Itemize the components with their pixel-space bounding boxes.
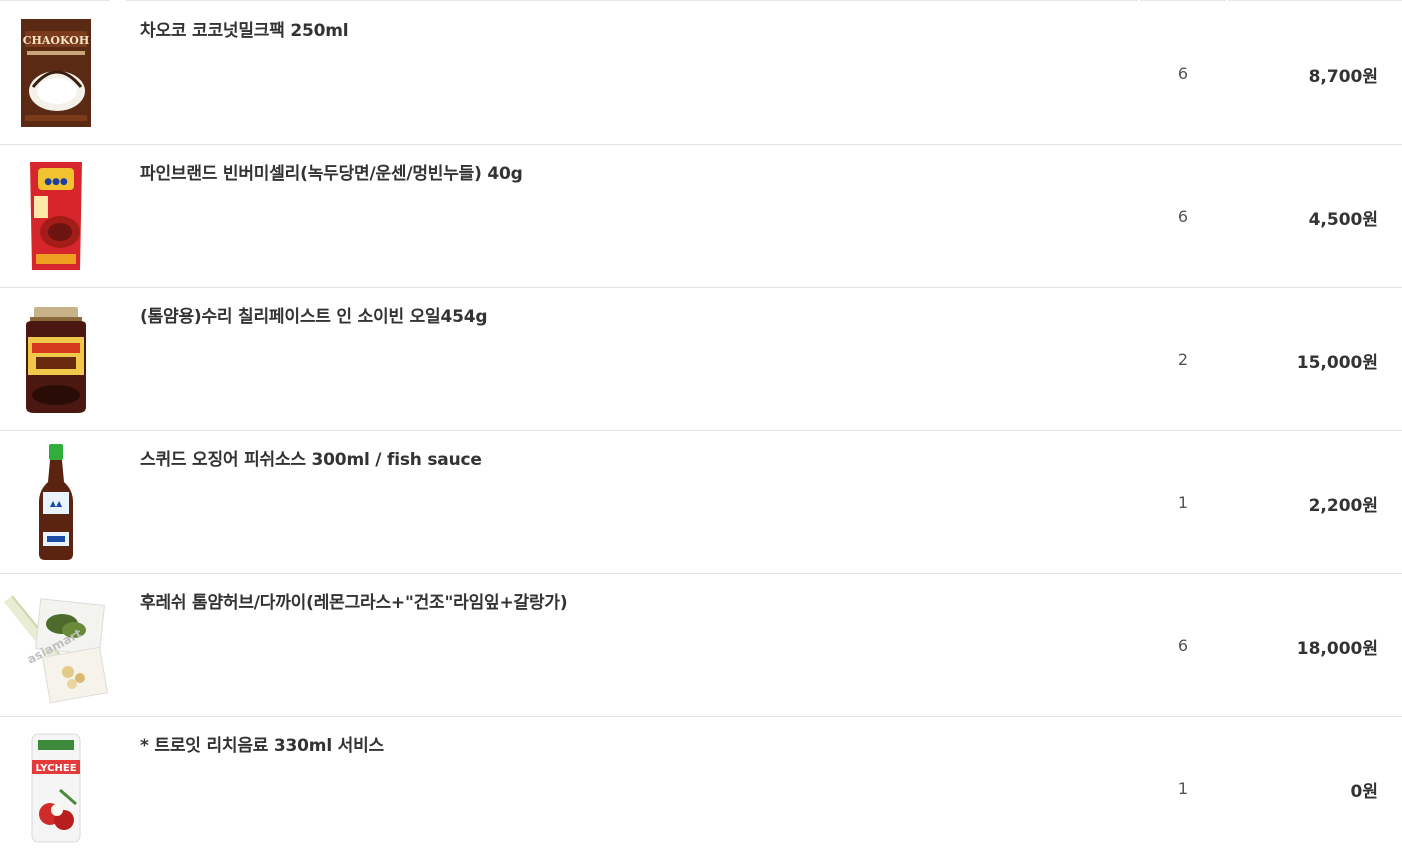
cart-item-row: CHAOKOH 차오코 코코넛밀크팩 250ml 6 8,700원 — [0, 2, 1402, 145]
lychee-drink-can-image[interactable]: LYCHEE — [0, 717, 112, 859]
product-name[interactable]: * 트로잇 리치음료 330ml 서비스 — [140, 731, 384, 756]
cart-item-row: ▲▲ 스퀴드 오징어 피쉬소스 300ml / fish sauce 1 2,2… — [0, 431, 1402, 574]
header-border-segment — [1228, 0, 1402, 1]
svg-text:●●●: ●●● — [44, 177, 68, 187]
price-value: 8,700원 — [1308, 67, 1378, 87]
cart-item-row: asiamart 후레쉬 톰얌허브/다까이(레몬그라스+"건조"라임잎+갈랑가)… — [0, 574, 1402, 717]
quantity-value: 6 — [1177, 636, 1189, 655]
product-name[interactable]: 후레쉬 톰얌허브/다까이(레몬그라스+"건조"라임잎+갈랑가) — [140, 588, 568, 613]
quantity-value: 6 — [1177, 64, 1189, 83]
price-value: 0원 — [1350, 782, 1378, 802]
svg-text:▲▲: ▲▲ — [50, 499, 63, 508]
header-border-segment — [0, 0, 110, 1]
cart-item-row: ●●● 파인브랜드 빈버미셀리(녹두당면/운센/멍빈누들) 40g 6 4,50… — [0, 145, 1402, 288]
carton-brand-label: CHAOKOH — [23, 34, 90, 47]
price-value: 15,000원 — [1296, 353, 1378, 373]
chili-paste-jar-image[interactable] — [0, 288, 112, 430]
product-name[interactable]: 파인브랜드 빈버미셀리(녹두당면/운센/멍빈누들) 40g — [140, 159, 523, 184]
can-brand-label: LYCHEE — [35, 763, 76, 774]
quantity-value: 1 — [1177, 493, 1189, 512]
product-name[interactable]: (톰얌용)수리 칠리페이스트 인 소이빈 오일454g — [140, 302, 488, 327]
quantity-value: 1 — [1177, 779, 1189, 798]
fish-sauce-bottle-image[interactable]: ▲▲ — [0, 431, 112, 573]
price-value: 4,500원 — [1308, 210, 1378, 230]
header-border-segment — [126, 0, 1138, 1]
cart-item-row: (톰얌용)수리 칠리페이스트 인 소이빈 오일454g 2 15,000원 — [0, 288, 1402, 431]
coconut-milk-carton-image[interactable]: CHAOKOH — [0, 2, 112, 144]
cart-item-row: LYCHEE * 트로잇 리치음료 330ml 서비스 1 0원 — [0, 717, 1402, 859]
price-value: 2,200원 — [1308, 496, 1378, 516]
quantity-value: 2 — [1177, 350, 1189, 369]
cart-item-list: CHAOKOH 차오코 코코넛밀크팩 250ml 6 8,700원 ●●● 파인… — [0, 2, 1402, 859]
product-name[interactable]: 스퀴드 오징어 피쉬소스 300ml / fish sauce — [140, 445, 482, 470]
product-name[interactable]: 차오코 코코넛밀크팩 250ml — [140, 16, 349, 41]
glass-noodle-pack-image[interactable]: ●●● — [0, 145, 112, 287]
price-value: 18,000원 — [1296, 639, 1378, 659]
tomyam-herb-pack-image[interactable]: asiamart — [0, 574, 112, 716]
quantity-value: 6 — [1177, 207, 1189, 226]
header-border-segment — [1140, 0, 1226, 1]
